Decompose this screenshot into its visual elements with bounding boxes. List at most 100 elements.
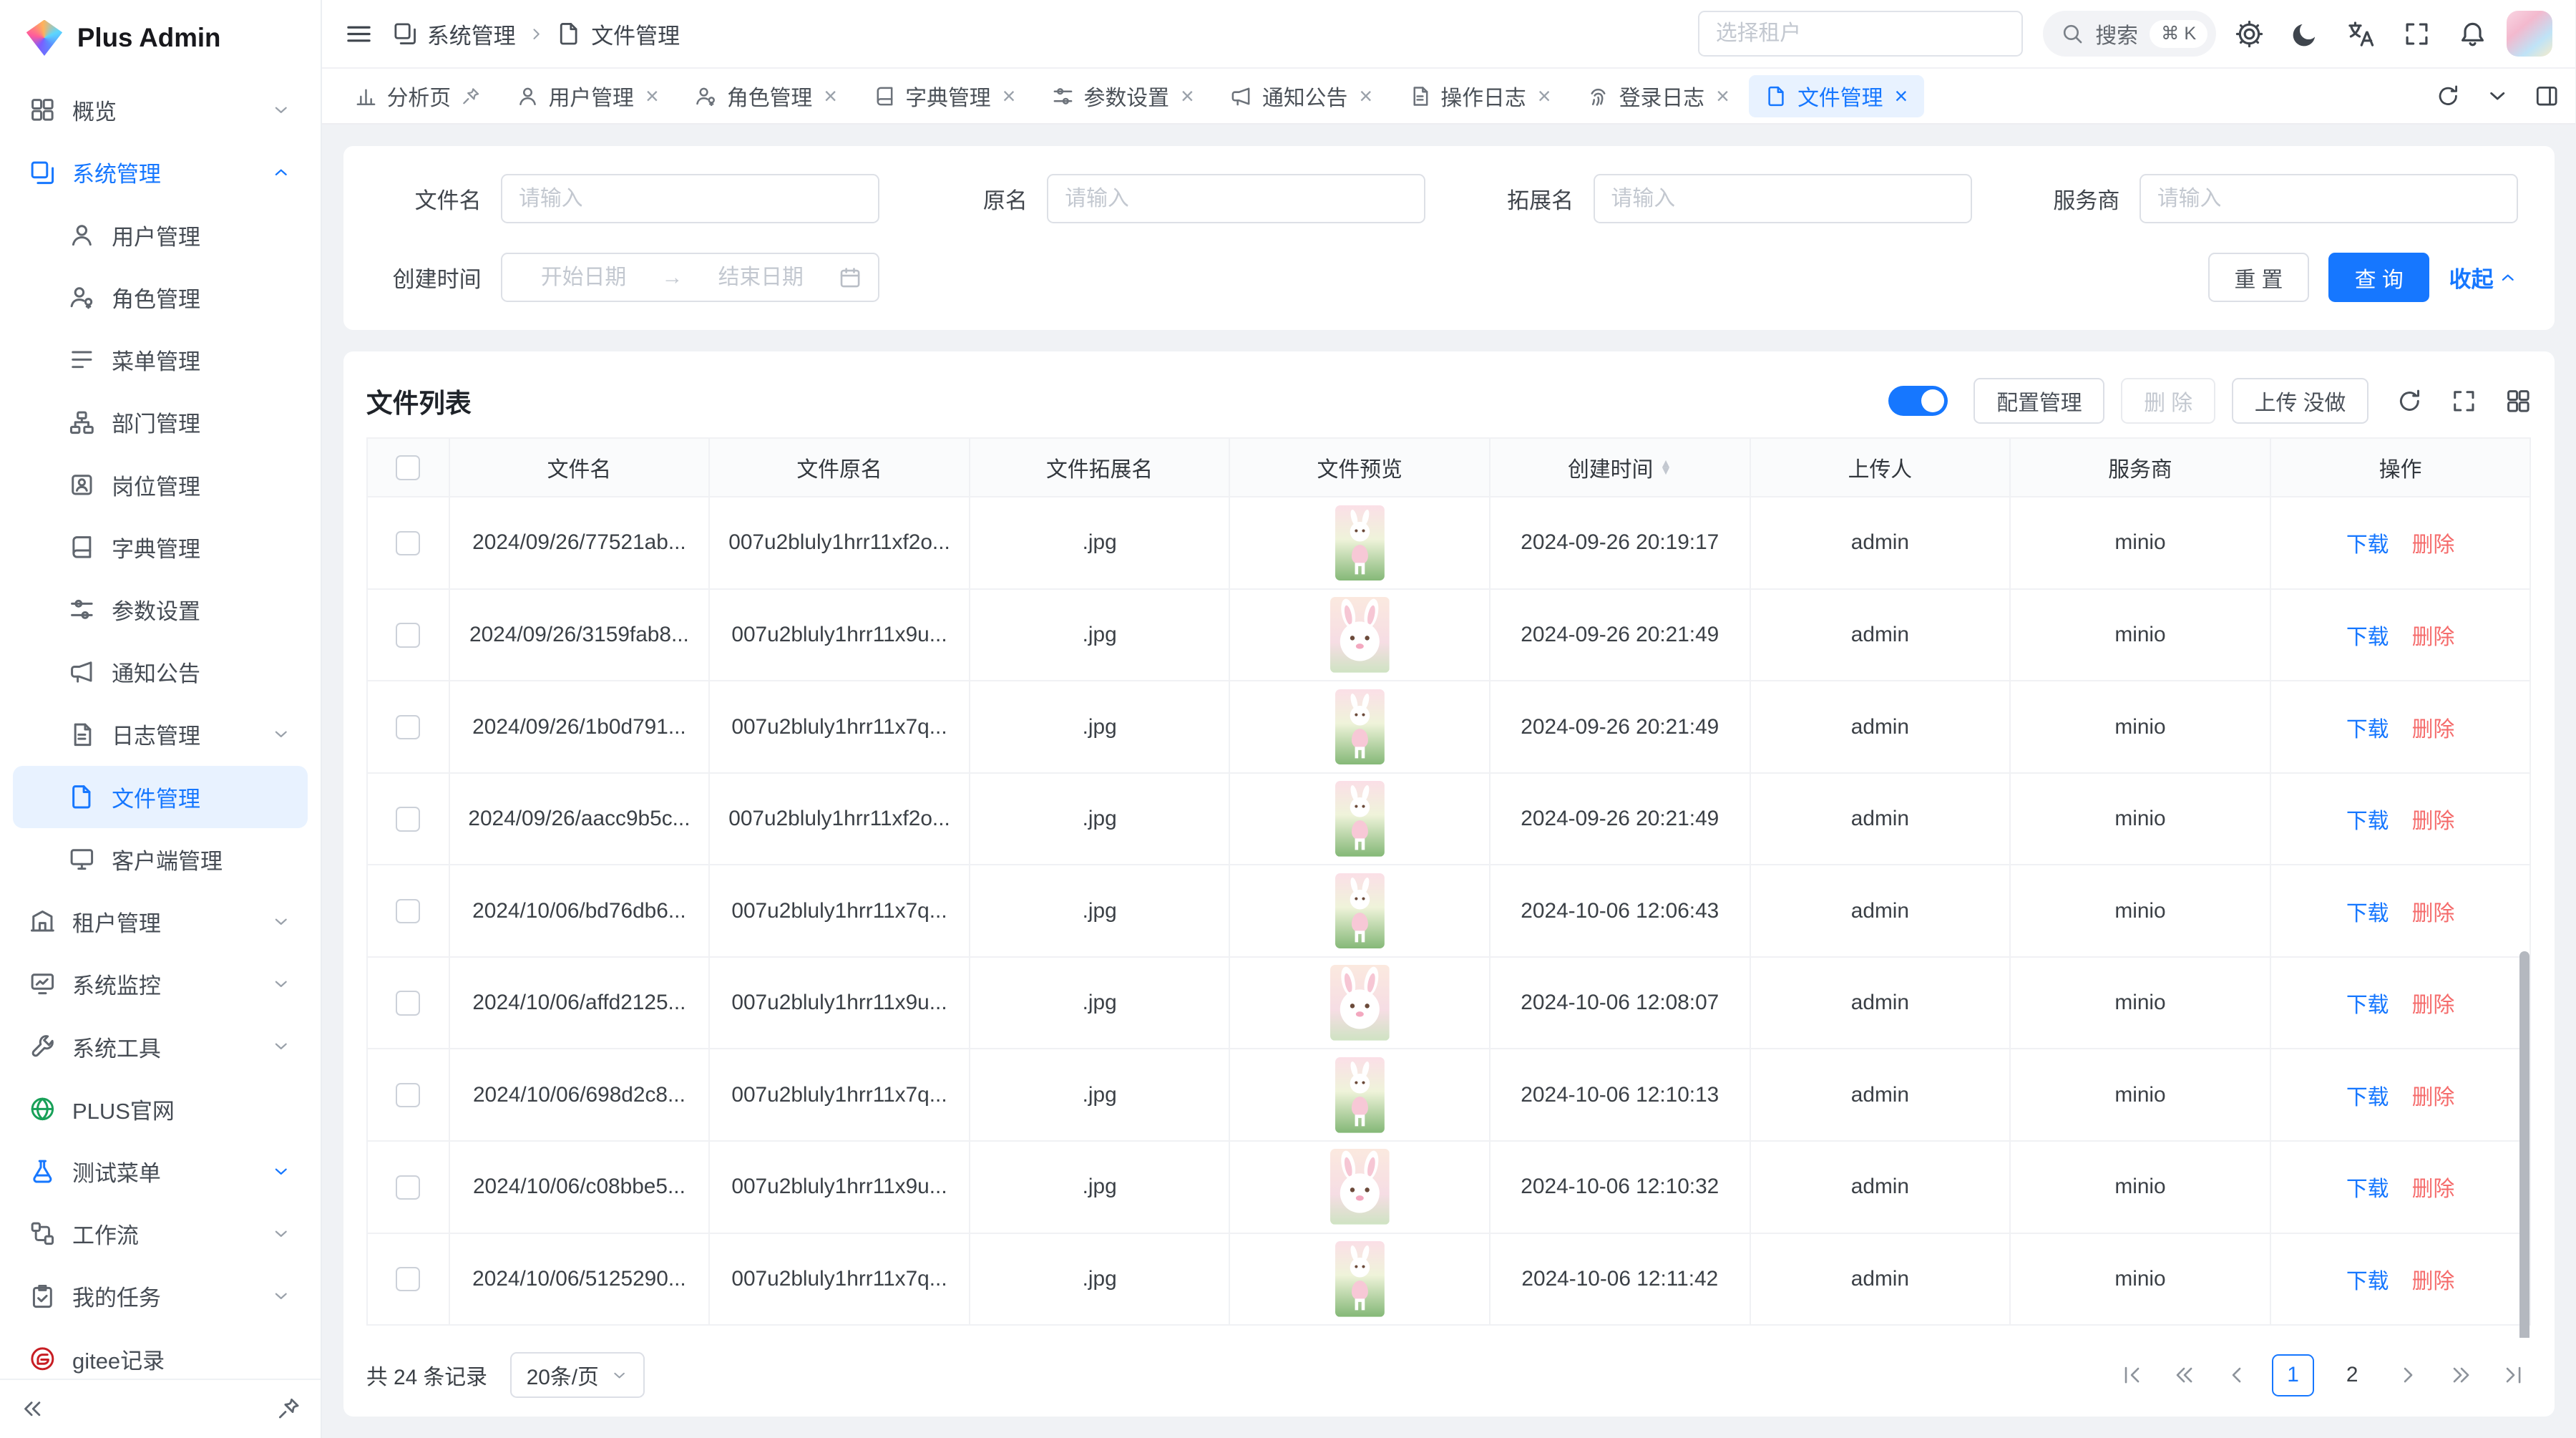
upload-button[interactable]: 上传 没做 [2232,378,2368,424]
page-size-select[interactable]: 20条/页 [510,1352,645,1398]
tab-notice[interactable]: 通知公告× [1214,75,1389,118]
download-link[interactable]: 下载 [2346,902,2389,926]
sidebar-item-my-tasks[interactable]: 我的任务 [13,1265,307,1327]
sort-icons[interactable]: ▲▼ [1660,460,1672,474]
hamburger-menu-icon[interactable] [345,20,373,48]
start-date-input[interactable] [519,266,648,290]
sidebar-item-system[interactable]: 系统管理 [13,141,307,203]
tab-close-icon[interactable]: × [645,84,659,107]
delete-link[interactable]: 删除 [2412,994,2455,1017]
sidebar-item-monitor[interactable]: 系统监控 [13,953,307,1015]
original-name-input[interactable] [1047,174,1425,223]
tabs-dropdown-icon[interactable] [2485,84,2509,108]
config-manage-button[interactable]: 配置管理 [1974,378,2104,424]
logo[interactable]: Plus Admin [0,0,321,76]
column-header-created-time[interactable]: 创建时间▲▼ [1490,438,1750,497]
tab-login-log[interactable]: 登录日志× [1571,75,1746,118]
download-link[interactable]: 下载 [2346,626,2389,649]
dark-mode-icon[interactable] [2291,20,2319,48]
expand-table-icon[interactable] [2451,388,2477,414]
delete-link[interactable]: 删除 [2412,718,2455,742]
pin-sidebar-icon[interactable] [276,1396,301,1421]
provider-input[interactable] [2140,174,2518,223]
sidebar-item-tools[interactable]: 系统工具 [13,1015,307,1077]
prev-page-button[interactable] [2219,1357,2255,1394]
tab-files[interactable]: 文件管理× [1749,75,1924,118]
tab-op-log[interactable]: 操作日志× [1392,75,1568,118]
collapse-filter-link[interactable]: 收起 [2449,261,2518,293]
tab-close-icon[interactable]: × [1716,84,1729,107]
breadcrumb-item-files[interactable]: 文件管理 [557,18,680,50]
sidebar-item-tenants[interactable]: 租户管理 [13,890,307,953]
tab-close-icon[interactable]: × [1894,84,1908,107]
row-checkbox[interactable] [396,807,420,831]
sidebar-item-clients[interactable]: 客户端管理 [13,828,307,890]
extension-input[interactable] [1594,174,1972,223]
file-name-input[interactable] [501,174,879,223]
tab-close-icon[interactable]: × [1002,84,1016,107]
tab-close-icon[interactable]: × [1359,84,1372,107]
tab-close-icon[interactable]: × [824,84,837,107]
download-link[interactable]: 下载 [2346,533,2389,557]
file-preview-thumbnail[interactable] [1330,1149,1390,1225]
layout-panel-icon[interactable] [2534,84,2559,108]
global-search[interactable]: 搜索 ⌘ K [2043,11,2216,57]
download-link[interactable]: 下载 [2346,1270,2389,1293]
sidebar-item-plus-site[interactable]: PLUS官网 [13,1078,307,1140]
file-preview-thumbnail[interactable] [1330,597,1390,673]
download-link[interactable]: 下载 [2346,718,2389,742]
sidebar-item-logs[interactable]: 日志管理 [13,703,307,765]
fullscreen-icon[interactable] [2403,20,2431,48]
delete-link[interactable]: 删除 [2412,1086,2455,1109]
next-group-button[interactable] [2442,1357,2479,1394]
next-page-button[interactable] [2390,1357,2426,1394]
sidebar-item-departments[interactable]: 部门管理 [13,391,307,453]
notifications-icon[interactable] [2459,20,2487,48]
row-checkbox[interactable] [396,623,420,647]
row-checkbox[interactable] [396,991,420,1015]
language-icon[interactable] [2347,20,2375,48]
tab-users[interactable]: 用户管理× [500,75,675,118]
tenant-select[interactable] [1698,11,2024,57]
sidebar-item-notice[interactable]: 通知公告 [13,641,307,703]
tab-analysis[interactable]: 分析页 [338,75,497,118]
first-page-button[interactable] [2114,1357,2150,1394]
file-preview-thumbnail[interactable] [1335,1241,1385,1317]
delete-link[interactable]: 删除 [2412,902,2455,926]
sidebar-item-roles[interactable]: 角色管理 [13,266,307,329]
sidebar-item-gitee[interactable]: gitee记录 [13,1328,307,1379]
table-scrollbar[interactable] [2519,951,2529,1338]
sidebar-item-test-menu[interactable]: 测试菜单 [13,1140,307,1203]
delete-link[interactable]: 删除 [2412,533,2455,557]
sidebar-item-overview[interactable]: 概览 [13,79,307,141]
tab-dict[interactable]: 字典管理× [857,75,1033,118]
file-preview-thumbnail[interactable] [1335,689,1385,765]
refresh-table-icon[interactable] [2396,388,2423,414]
column-settings-icon[interactable] [2505,388,2532,414]
download-link[interactable]: 下载 [2346,1177,2389,1201]
sidebar-item-workflow[interactable]: 工作流 [13,1203,307,1265]
file-preview-thumbnail[interactable] [1330,965,1390,1041]
breadcrumb-item-system[interactable]: 系统管理 [393,18,516,50]
file-preview-thumbnail[interactable] [1335,1057,1385,1133]
delete-link[interactable]: 删除 [2412,1270,2455,1293]
sidebar-item-menus[interactable]: 菜单管理 [13,329,307,391]
row-checkbox[interactable] [396,1083,420,1107]
end-date-input[interactable] [696,266,826,290]
row-checkbox[interactable] [396,715,420,739]
query-button[interactable]: 查 询 [2328,253,2429,302]
prev-group-button[interactable] [2167,1357,2203,1394]
page-number-2[interactable]: 2 [2331,1354,2373,1397]
date-range-picker[interactable]: → [501,253,879,302]
tab-close-icon[interactable]: × [1538,84,1551,107]
download-link[interactable]: 下载 [2346,994,2389,1017]
border-toggle-switch[interactable] [1888,386,1948,415]
batch-delete-button[interactable]: 删 除 [2121,378,2215,424]
file-preview-thumbnail[interactable] [1335,505,1385,581]
delete-link[interactable]: 删除 [2412,626,2455,649]
refresh-page-icon[interactable] [2436,84,2460,108]
sidebar-item-posts[interactable]: 岗位管理 [13,453,307,515]
tab-close-icon[interactable]: × [1181,84,1194,107]
collapse-sidebar-icon[interactable] [20,1396,44,1421]
reset-button[interactable]: 重 置 [2208,253,2309,302]
